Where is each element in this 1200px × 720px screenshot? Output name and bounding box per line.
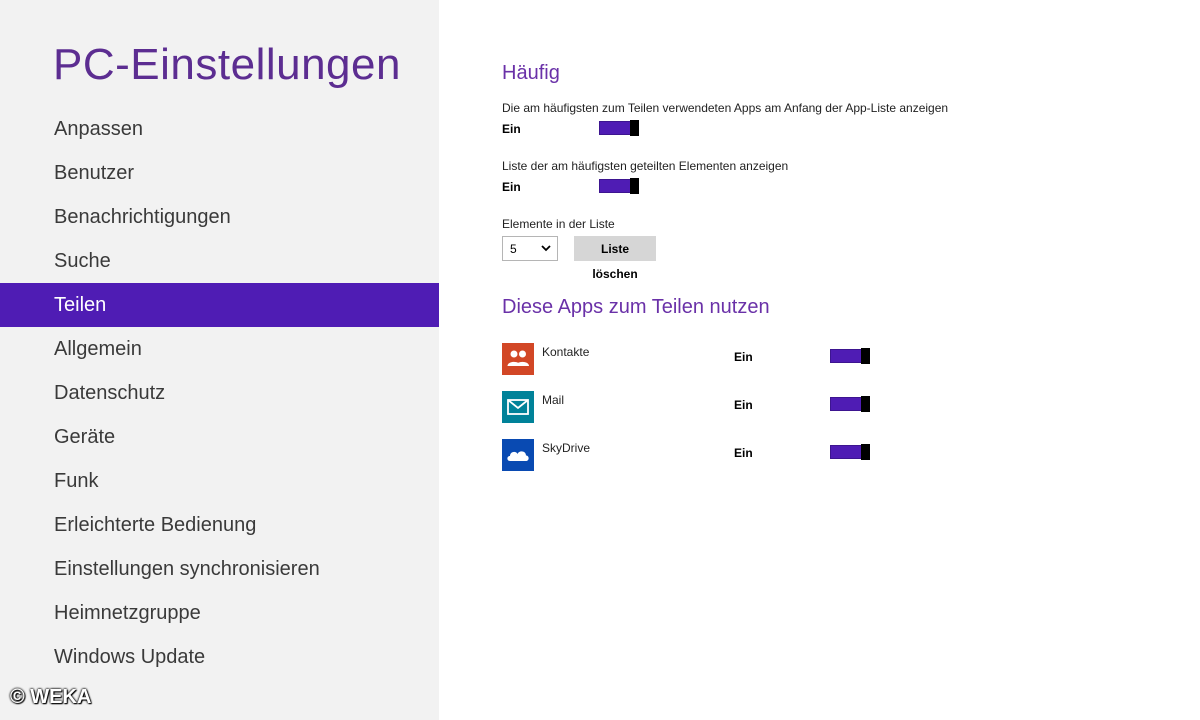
sidebar-item-funk[interactable]: Funk	[0, 459, 439, 503]
page-title: PC-Einstellungen	[53, 40, 401, 89]
list-count-dropdown[interactable]: 5	[502, 236, 558, 261]
sidebar-item-geraete[interactable]: Geräte	[0, 415, 439, 459]
toggle-frequent-apps-first[interactable]	[599, 120, 639, 136]
list-count-value: 5	[510, 242, 517, 256]
toggle-frequent-items-list[interactable]	[599, 178, 639, 194]
app-state: Ein	[734, 350, 753, 364]
app-row-mail: Mail Ein	[502, 391, 882, 425]
sidebar-item-einstellungen-synchronisieren[interactable]: Einstellungen synchronisieren	[0, 547, 439, 591]
toggle-thumb	[861, 444, 870, 460]
mail-icon	[502, 391, 534, 423]
sidebar-item-datenschutz[interactable]: Datenschutz	[0, 371, 439, 415]
cloud-icon	[502, 439, 534, 471]
app-row-skydrive: SkyDrive Ein	[502, 439, 882, 473]
list-count-label: Elemente in der Liste	[502, 217, 615, 231]
sidebar-item-anpassen[interactable]: Anpassen	[0, 107, 439, 151]
setting-label-frequent-apps-first: Die am häufigsten zum Teilen verwendeten…	[502, 101, 949, 115]
setting-state-frequent-apps-first: Ein	[502, 122, 521, 136]
people-icon	[502, 343, 534, 375]
sidebar-item-windows-update[interactable]: Windows Update	[0, 635, 439, 679]
sidebar-item-erleichterte-bedienung[interactable]: Erleichterte Bedienung	[0, 503, 439, 547]
toggle-app-kontakte[interactable]	[830, 348, 870, 364]
watermark: © WEKA	[10, 686, 92, 708]
clear-list-button[interactable]: Liste löschen	[574, 236, 656, 281]
sidebar-item-benutzer[interactable]: Benutzer	[0, 151, 439, 195]
setting-state-frequent-items-list: Ein	[502, 180, 521, 194]
app-state: Ein	[734, 446, 753, 460]
app-row-kontakte: Kontakte Ein	[502, 343, 882, 377]
sidebar-item-benachrichtigungen[interactable]: Benachrichtigungen	[0, 195, 439, 239]
sidebar-item-suche[interactable]: Suche	[0, 239, 439, 283]
toggle-thumb	[630, 178, 639, 194]
toggle-thumb	[861, 396, 870, 412]
toggle-app-mail[interactable]	[830, 396, 870, 412]
sidebar-item-teilen[interactable]: Teilen	[0, 283, 439, 327]
chevron-down-icon	[541, 245, 551, 252]
toggle-thumb	[861, 348, 870, 364]
toggle-app-skydrive[interactable]	[830, 444, 870, 460]
app-name: Mail	[542, 393, 565, 407]
section-heading-frequent: Häufig	[502, 62, 560, 84]
section-heading-apps: Diese Apps zum Teilen nutzen	[502, 296, 770, 318]
sidebar-item-heimnetzgruppe[interactable]: Heimnetzgruppe	[0, 591, 439, 635]
app-name: Kontakte	[542, 345, 590, 359]
setting-label-frequent-items-list: Liste der am häufigsten geteilten Elemen…	[502, 159, 789, 173]
main-content: Häufig Die am häufigsten zum Teilen verw…	[439, 0, 1200, 720]
toggle-thumb	[630, 120, 639, 136]
app-name: SkyDrive	[542, 441, 591, 455]
app-state: Ein	[734, 398, 753, 412]
sidebar-item-allgemein[interactable]: Allgemein	[0, 327, 439, 371]
sidebar: PC-Einstellungen Anpassen Benutzer Benac…	[0, 0, 439, 720]
